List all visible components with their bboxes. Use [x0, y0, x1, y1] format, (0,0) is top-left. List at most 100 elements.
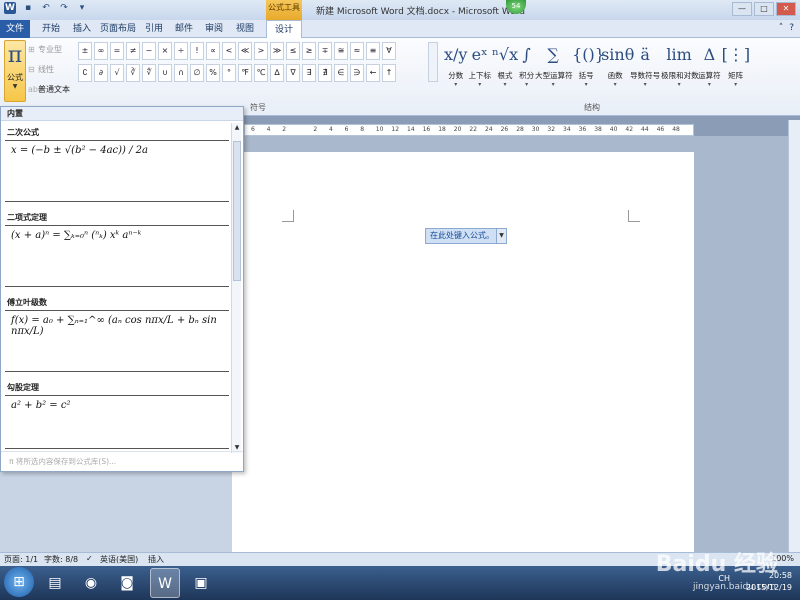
gallery-scroll-thumb[interactable] [233, 141, 241, 281]
save-to-gallery-button[interactable]: π 将所选内容保存到公式库(S)... [1, 451, 243, 471]
tab-review[interactable]: 审阅 [200, 20, 228, 38]
restore-button[interactable]: □ [754, 2, 774, 16]
symbol-button[interactable]: ∜ [142, 64, 156, 82]
linear-button[interactable]: ⊟ 线性 [28, 64, 54, 75]
structure-button-1[interactable]: eˣ 上下标 ▾ [468, 40, 491, 102]
word-taskbar-icon[interactable]: W [150, 568, 180, 598]
symbol-button[interactable]: √ [110, 64, 124, 82]
symbol-button[interactable]: ≪ [238, 42, 252, 60]
structure-button-9[interactable]: Δ 运算符 ▾ [698, 40, 721, 102]
symbol-button[interactable]: ± [78, 42, 92, 60]
symbol-button[interactable]: ∪ [158, 64, 172, 82]
tab-file[interactable]: 文件 [0, 20, 30, 38]
structure-button-0[interactable]: x/y 分数 ▾ [444, 40, 467, 102]
symbol-button[interactable]: ÷ [174, 42, 188, 60]
symbol-button[interactable]: < [222, 42, 236, 60]
redo-icon[interactable]: ↷ [58, 2, 70, 14]
symbol-button[interactable]: ≤ [286, 42, 300, 60]
tab-page-layout[interactable]: 页面布局 [98, 20, 138, 38]
formula-button[interactable]: π 公式 ▼ [4, 40, 26, 102]
symbol-button[interactable]: ∄ [318, 64, 332, 82]
symbol-button[interactable]: ≥ [302, 42, 316, 60]
structure-button-6[interactable]: sinθ 函数 ▾ [601, 40, 634, 102]
symbol-button[interactable]: ∆ [270, 64, 284, 82]
structure-button-3[interactable]: ∫ 积分 ▾ [519, 40, 534, 102]
tab-design[interactable]: 设计 [266, 20, 302, 38]
symbol-button[interactable]: ≫ [270, 42, 284, 60]
horizontal-ruler[interactable]: 6 4 2 2 4 6 8 10 12 14 16 18 20 22 24 26 28 30 32 34 36 38 40 4… [244, 124, 694, 136]
symbol-button[interactable]: ∛ [126, 64, 140, 82]
word-count[interactable]: 字数: 8/8 [44, 554, 78, 565]
formula-fourier[interactable]: f(x) = a₀ + ∑ₙ₌₁^∞ (aₙ cos nπx/L + bₙ si… [5, 310, 229, 372]
symbol-button[interactable]: ℃ [254, 64, 268, 82]
pi-icon: π [7, 43, 23, 68]
symbol-button[interactable]: ≡ [366, 42, 380, 60]
symbol-button[interactable]: ° [222, 64, 236, 82]
symbol-button[interactable]: ∝ [206, 42, 220, 60]
language-indicator[interactable]: 英语(美国) [100, 554, 138, 565]
proofing-icon[interactable]: ✓ [86, 554, 93, 563]
symbol-button[interactable]: ∇ [286, 64, 300, 82]
symbol-button[interactable]: ∀ [382, 42, 396, 60]
formula-pythagorean[interactable]: a² + b² = c² [5, 395, 229, 449]
formula-quadratic[interactable]: x = (−b ± √(b² − 4ac)) / 2a [5, 140, 229, 202]
symbol-button[interactable]: ∓ [318, 42, 332, 60]
tab-mailings[interactable]: 邮件 [170, 20, 198, 38]
scroll-up-icon[interactable]: ▲ [232, 123, 242, 133]
collapse-ribbon-icon[interactable]: ˄ [779, 23, 784, 33]
formula-binomial[interactable]: (x + a)ⁿ = ∑ₖ₌₀ⁿ (ⁿₖ) xᵏ aⁿ⁻ᵏ [5, 225, 229, 287]
symbol-button[interactable]: ∋ [350, 64, 364, 82]
structure-button-5[interactable]: {()} 括号 ▾ [572, 40, 605, 102]
symbol-button[interactable]: ↑ [382, 64, 396, 82]
structure-button-8[interactable]: lim 极限和对数 ▾ [661, 40, 699, 102]
symbol-button[interactable]: ≈ [350, 42, 364, 60]
insert-mode[interactable]: 插入 [148, 554, 164, 565]
help-icon[interactable]: ? [789, 23, 794, 33]
structure-button-10[interactable]: [⋮] 矩阵 ▾ [722, 40, 750, 102]
symbol-button[interactable]: > [254, 42, 268, 60]
normal-text-button[interactable]: abc普通文本 [28, 84, 70, 95]
symbol-button[interactable]: ∃ [302, 64, 316, 82]
symbol-button[interactable]: ∩ [174, 64, 188, 82]
symbol-button[interactable]: ∂ [94, 64, 108, 82]
structure-button-2[interactable]: ⁿ√x 根式 ▾ [492, 40, 518, 102]
structure-button-4[interactable]: ∑ 大型运算符 ▾ [535, 40, 573, 102]
symbol-button[interactable]: ∁ [78, 64, 92, 82]
symbol-button[interactable]: ~ [142, 42, 156, 60]
equation-placeholder[interactable]: 在此处键入公式。 ▼ [425, 228, 507, 244]
tab-home[interactable]: 开始 [36, 20, 66, 38]
structure-button-7[interactable]: ä 导数符号 ▾ [630, 40, 660, 102]
symbol-button[interactable]: ← [366, 64, 380, 82]
tab-references[interactable]: 引用 [140, 20, 168, 38]
symbol-button[interactable]: ℉ [238, 64, 252, 82]
ruler-mark: 32 [547, 126, 556, 133]
symbol-button[interactable]: ∅ [190, 64, 204, 82]
tab-view[interactable]: 视图 [230, 20, 260, 38]
symbol-button[interactable]: ≅ [334, 42, 348, 60]
symbol-button[interactable]: ∈ [334, 64, 348, 82]
professional-button[interactable]: ⊞ 专业型 [28, 44, 62, 55]
screen-capture-icon[interactable]: ▣ [186, 568, 216, 598]
symbol-button[interactable]: ≠ [126, 42, 140, 60]
browser-icon[interactable]: ◉ [76, 568, 106, 598]
symbol-button[interactable]: × [158, 42, 172, 60]
symbol-button[interactable]: ! [190, 42, 204, 60]
close-button[interactable]: ✕ [776, 2, 796, 16]
document-scrollbar[interactable] [788, 120, 800, 552]
customize-qat-icon[interactable]: ▾ [76, 2, 88, 14]
save-icon[interactable]: ▪ [22, 2, 34, 14]
camera-icon[interactable]: ◙ [112, 568, 142, 598]
symbols-scroll[interactable] [428, 42, 438, 82]
gallery-scrollbar[interactable]: ▲ ▼ [231, 123, 241, 453]
minimize-button[interactable]: — [732, 2, 752, 16]
undo-icon[interactable]: ↶ [40, 2, 52, 14]
symbol-button[interactable]: ∞ [94, 42, 108, 60]
symbol-button[interactable]: % [206, 64, 220, 82]
equation-options-icon[interactable]: ▼ [496, 229, 506, 243]
page-count[interactable]: 页面: 1/1 [4, 554, 38, 565]
start-button[interactable]: ⊞ [4, 567, 34, 597]
tab-insert[interactable]: 插入 [68, 20, 96, 38]
document-page[interactable] [232, 152, 694, 552]
explorer-icon[interactable]: ▤ [40, 568, 70, 598]
symbol-button[interactable]: = [110, 42, 124, 60]
